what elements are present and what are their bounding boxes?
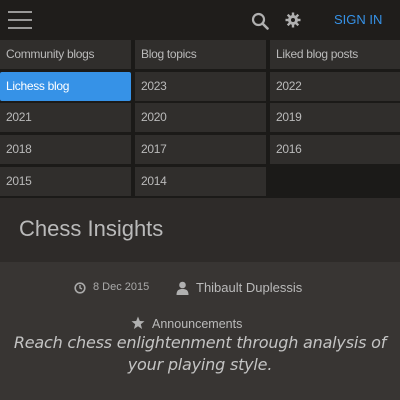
page-title: Chess Insights	[19, 216, 164, 241]
menu-item-blog-topics[interactable]: Blog topics	[135, 40, 266, 69]
menu-item-year-2019[interactable]: 2019	[270, 103, 400, 132]
menu-item-year-2023[interactable]: 2023	[135, 72, 266, 101]
post-intro: Reach chess enlightenment through analys…	[13, 333, 387, 374]
menu-item-year-2015[interactable]: 2015	[0, 167, 131, 196]
user-icon	[176, 281, 189, 295]
sign-in-link[interactable]: SIGN IN	[334, 12, 382, 27]
post-date: 8 Dec 2015	[93, 281, 150, 293]
menu-item-year-2022[interactable]: 2022	[270, 72, 400, 101]
menu-item-year-2017[interactable]: 2017	[135, 135, 266, 164]
search-icon[interactable]	[251, 12, 269, 30]
menu-item-year-2018[interactable]: 2018	[0, 135, 131, 164]
blog-menu-grid: Community blogs Blog topics Liked blog p…	[0, 40, 400, 198]
menu-item-liked-blog-posts[interactable]: Liked blog posts	[270, 40, 400, 69]
menu-item-lichess-blog[interactable]: Lichess blog	[0, 72, 131, 101]
clock-icon	[74, 282, 86, 294]
blog-header: Chess Insights	[0, 198, 400, 262]
menu-item-year-2020[interactable]: 2020	[135, 103, 266, 132]
star-icon	[131, 316, 145, 329]
blog-post: 8 Dec 2015 Thibault Duplessis Announceme…	[0, 262, 400, 400]
menu-item-year-2021[interactable]: 2021	[0, 103, 131, 132]
post-author-link[interactable]: Thibault Duplessis	[196, 280, 302, 295]
post-category-link[interactable]: Announcements	[152, 317, 242, 331]
hamburger-menu-icon[interactable]	[8, 11, 32, 29]
menu-item-year-2014[interactable]: 2014	[135, 167, 266, 196]
menu-item-year-2016[interactable]: 2016	[270, 135, 400, 164]
gear-icon[interactable]	[285, 12, 301, 28]
top-bar: SIGN IN	[0, 0, 400, 40]
menu-item-community-blogs[interactable]: Community blogs	[0, 40, 131, 69]
